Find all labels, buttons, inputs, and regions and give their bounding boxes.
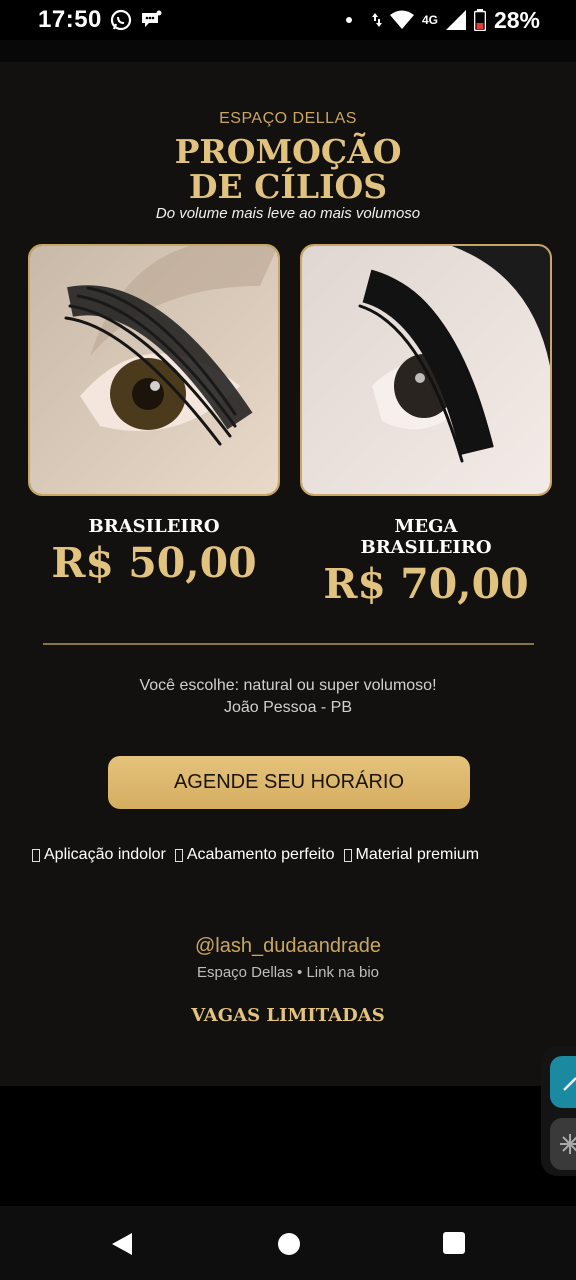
whatsapp-icon (110, 9, 131, 31)
brand-name: ESPAÇO DELLAS (219, 110, 357, 127)
signal-icon (445, 10, 466, 30)
checkbox-glyph-icon (32, 848, 40, 862)
status-time: 17:50 (38, 6, 102, 33)
tagline: Você escolhe: natural ou super volumoso! (139, 677, 437, 694)
option-name-brasileiro: BRASILEIRO (88, 516, 220, 537)
option-name-mega-brasileiro: MEGA BRASILEIRO (300, 516, 552, 558)
option-name-line2: BRASILEIRO (360, 537, 492, 558)
home-icon[interactable] (278, 1233, 300, 1255)
feature-label: Acabamento perfeito (186, 846, 335, 863)
info-line: Espaço Dellas • Link na bio (196, 964, 380, 981)
back-icon[interactable] (110, 1232, 134, 1256)
feature-item: Aplicação indolor (32, 846, 166, 864)
option-name-line1: MEGA (394, 516, 458, 537)
checkbox-glyph-icon (174, 848, 183, 862)
data-arrows-icon (371, 13, 382, 27)
status-bar: 17:50 4G 28% (0, 0, 576, 40)
feature-label: Material premium (355, 846, 480, 863)
battery-icon (473, 9, 486, 31)
promo-title-line1: PROMOÇÃO (174, 132, 402, 171)
sparkle-fab-button[interactable] (550, 1118, 576, 1170)
location: João Pessoa - PB (223, 699, 353, 716)
feature-item: Acabamento perfeito (174, 846, 335, 864)
dot-icon (345, 17, 352, 23)
pencil-icon (563, 1077, 576, 1091)
message-icon (141, 10, 162, 27)
option-price-mega-brasileiro: R$ 70,00 (323, 560, 529, 608)
wifi-icon (389, 10, 414, 29)
divider (43, 643, 534, 645)
recents-icon[interactable] (443, 1232, 465, 1254)
promo-title-line2: DE CÍLIOS (188, 167, 388, 206)
schedule-button[interactable]: AGENDE SEU HORÁRIO (108, 756, 470, 809)
sparkle-icon (560, 1134, 576, 1154)
eyelash-photo-mega-brasileiro (300, 244, 552, 496)
battery-percent: 28% (493, 6, 540, 33)
feature-label: Aplicação indolor (44, 846, 166, 863)
checkbox-glyph-icon (343, 848, 352, 862)
instagram-handle[interactable]: @lash_dudaandrade (0, 935, 576, 958)
promo-subtitle: Do volume mais leve ao mais volumoso (155, 205, 421, 222)
edit-fab-button[interactable] (550, 1056, 576, 1108)
limited-spots-label: VAGAS LIMITADAS (191, 1005, 385, 1026)
eyelash-photo-brasileiro (28, 244, 280, 496)
promo-title: PROMOÇÃO DE CÍLIOS (0, 134, 576, 204)
features-list: Aplicação indolor Acabamento perfeito Ma… (32, 846, 552, 864)
option-price-brasileiro: R$ 50,00 (51, 539, 257, 587)
top-strip (0, 40, 576, 62)
feature-item: Material premium (343, 846, 480, 864)
network-type: 4G (421, 13, 438, 27)
